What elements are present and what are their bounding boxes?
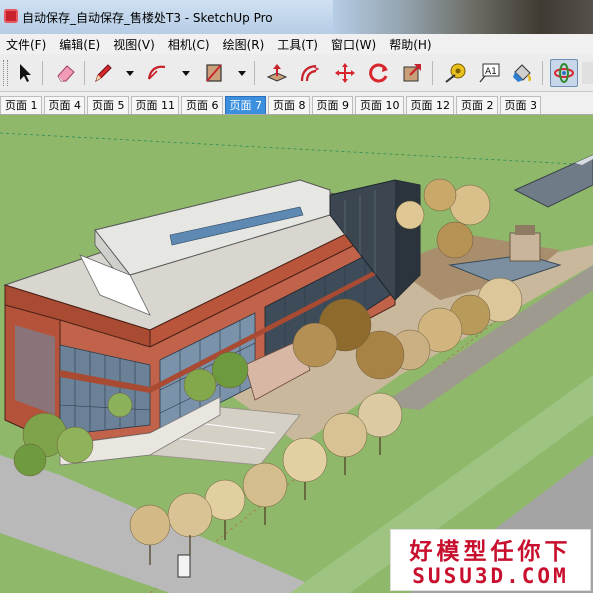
sketchup-window: 自动保存_自动保存_售楼处T3 - SketchUp Pro 文件(F) 编辑(… <box>0 0 593 593</box>
tape-measure-icon <box>445 63 466 83</box>
menu-tools[interactable]: 工具(T) <box>271 36 325 53</box>
toolbar: A1 <box>0 54 593 92</box>
scene-tab[interactable]: 页面 12 <box>405 96 454 114</box>
menu-bar: 文件(F) 编辑(E) 视图(V) 相机(C) 绘图(R) 工具(T) 窗口(W… <box>0 34 593 54</box>
offset-tool-button[interactable] <box>296 59 324 87</box>
watermark-slogan: 好模型任你下 <box>409 539 572 565</box>
title-bar: 自动保存_自动保存_售楼处T3 - SketchUp Pro <box>0 0 593 34</box>
toolbar-separator <box>42 61 43 85</box>
line-tool-button[interactable] <box>89 59 117 87</box>
eraser-icon <box>57 65 75 82</box>
menu-view[interactable]: 视图(V) <box>107 36 162 53</box>
menu-edit[interactable]: 编辑(E) <box>53 36 107 53</box>
paint-bucket-tool-button[interactable] <box>508 59 536 87</box>
rotate-icon <box>369 63 388 83</box>
toolbar-separator <box>254 61 255 85</box>
tape-measure-tool-button[interactable] <box>441 59 469 87</box>
watermark-url: SUSU3D.COM <box>412 564 569 588</box>
menu-camera[interactable]: 相机(C) <box>162 36 217 53</box>
window-title: 自动保存_自动保存_售楼处T3 - SketchUp Pro <box>22 11 273 25</box>
facade-left-glass <box>15 325 55 415</box>
toolbar-separator <box>432 61 433 85</box>
scale-tool-button[interactable] <box>398 59 426 87</box>
watermark: 好模型任你下 SUSU3D.COM <box>391 530 590 590</box>
rotate-tool-button[interactable] <box>365 59 393 87</box>
arc-icon <box>147 65 166 80</box>
sculpture-top <box>515 225 535 235</box>
toolbar-grip[interactable] <box>3 60 8 86</box>
scene-tab-active[interactable]: 页面 7 <box>224 96 266 114</box>
rectangle-icon <box>206 64 222 82</box>
push-pull-tool-button[interactable] <box>263 59 291 87</box>
select-tool-button[interactable] <box>11 59 39 87</box>
text-tool-label: A1 <box>485 67 497 77</box>
scene-tab[interactable]: 页面 8 <box>268 96 310 114</box>
chevron-down-icon[interactable] <box>181 68 191 78</box>
menu-help[interactable]: 帮助(H) <box>383 36 438 53</box>
chevron-down-icon[interactable] <box>125 68 135 78</box>
arc-tool-button[interactable] <box>143 59 171 87</box>
scene-tab[interactable]: 页面 1 <box>0 96 42 114</box>
scene-tab[interactable]: 页面 11 <box>130 96 179 114</box>
signpost <box>177 554 191 578</box>
offset-icon <box>300 64 320 82</box>
text-tool-button[interactable]: A1 <box>475 59 503 87</box>
arrow-cursor-icon <box>20 64 31 82</box>
sculpture-tower <box>509 232 541 262</box>
scene-tab[interactable]: 页面 2 <box>456 96 498 114</box>
menu-file[interactable]: 文件(F) <box>0 36 53 53</box>
toolbar-separator <box>84 61 85 85</box>
pencil-icon <box>95 64 112 83</box>
scale-icon <box>403 64 421 82</box>
paint-bucket-icon <box>513 64 531 82</box>
scene-tab[interactable]: 页面 5 <box>87 96 129 114</box>
toolbar-separator <box>542 61 543 85</box>
scene-tabs: 页面 1 页面 4 页面 5 页面 11 页面 6 页面 7 页面 8 页面 9… <box>0 93 593 115</box>
menu-draw[interactable]: 绘图(R) <box>217 36 272 53</box>
rectangle-tool-button[interactable] <box>200 59 228 87</box>
scene-tab[interactable]: 页面 4 <box>43 96 85 114</box>
chevron-down-icon[interactable] <box>237 68 247 78</box>
scene-tab[interactable]: 页面 9 <box>311 96 353 114</box>
text-label-icon: A1 <box>479 63 500 83</box>
scene-tab[interactable]: 页面 3 <box>499 96 541 114</box>
scene-tab[interactable]: 页面 6 <box>181 96 223 114</box>
title-bar-background <box>333 0 593 34</box>
push-pull-icon <box>266 64 288 82</box>
model-viewport[interactable] <box>0 115 593 593</box>
eraser-tool-button[interactable] <box>52 59 80 87</box>
orbit-icon <box>554 63 574 83</box>
move-tool-button[interactable] <box>331 59 359 87</box>
scene-tab[interactable]: 页面 10 <box>355 96 404 114</box>
sketchup-icon[interactable] <box>4 9 18 23</box>
toolbar-overflow[interactable] <box>582 62 593 84</box>
move-arrows-icon <box>335 63 355 83</box>
model-scene <box>0 115 593 593</box>
menu-window[interactable]: 窗口(W) <box>325 36 383 53</box>
orbit-tool-button[interactable] <box>550 59 578 87</box>
